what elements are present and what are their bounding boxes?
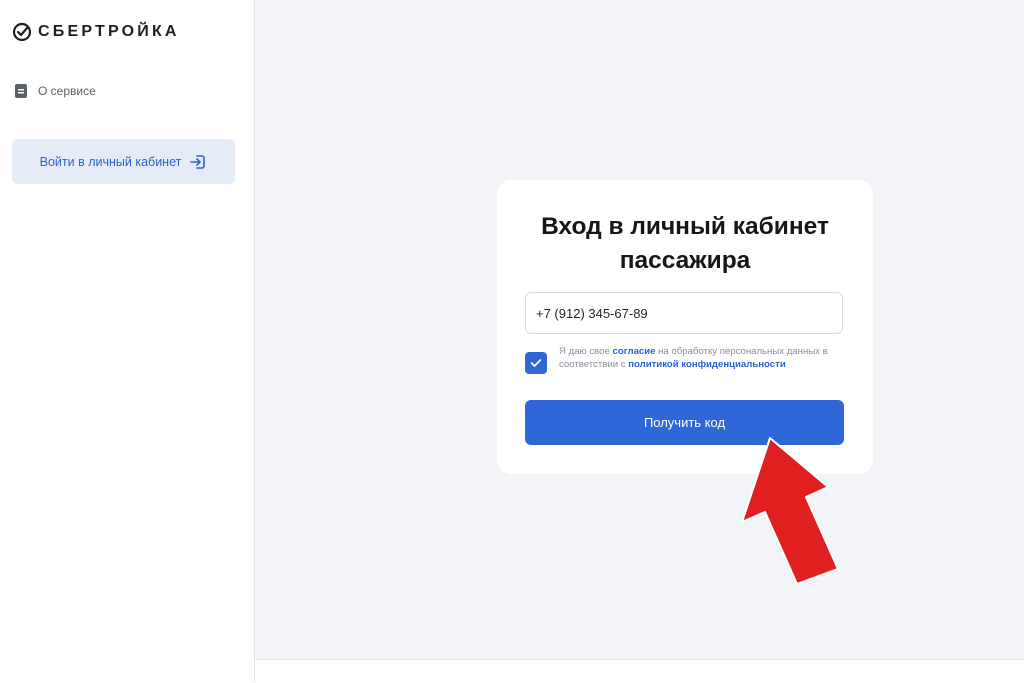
document-icon — [15, 84, 27, 98]
footer-strip — [255, 659, 1024, 683]
sidebar: СБЕРТРОЙКА О сервисе Войти в личный каби… — [0, 0, 255, 682]
page-title: Вход в личный кабинет пассажира — [497, 210, 873, 278]
privacy-policy-link[interactable]: политикой конфиденциальности — [628, 359, 786, 370]
sber-logo-icon — [12, 22, 32, 42]
consent-text: Я даю свое согласие на обработку персона… — [559, 345, 829, 371]
login-button-label: Войти в личный кабинет — [39, 154, 182, 169]
title-line-2: пассажира — [619, 247, 751, 274]
brand-name: СБЕРТРОЙКА — [38, 23, 180, 40]
sidebar-item-label: О сервисе — [38, 84, 96, 98]
phone-input[interactable] — [525, 292, 843, 334]
sidebar-item-about[interactable]: О сервисе — [14, 83, 96, 99]
login-icon — [190, 154, 206, 169]
consent-checkbox[interactable] — [525, 352, 547, 374]
brand-logo[interactable]: СБЕРТРОЙКА — [12, 22, 180, 42]
get-code-button[interactable]: Получить код — [525, 400, 844, 445]
consent-text-part: Я даю свое — [559, 346, 613, 357]
login-card: Вход в личный кабинет пассажира Я даю св… — [497, 180, 873, 474]
title-line-1: Вход в личный кабинет — [541, 213, 829, 240]
login-button[interactable]: Войти в личный кабинет — [12, 139, 235, 184]
consent-link[interactable]: согласие — [613, 346, 656, 357]
check-icon — [530, 359, 542, 367]
